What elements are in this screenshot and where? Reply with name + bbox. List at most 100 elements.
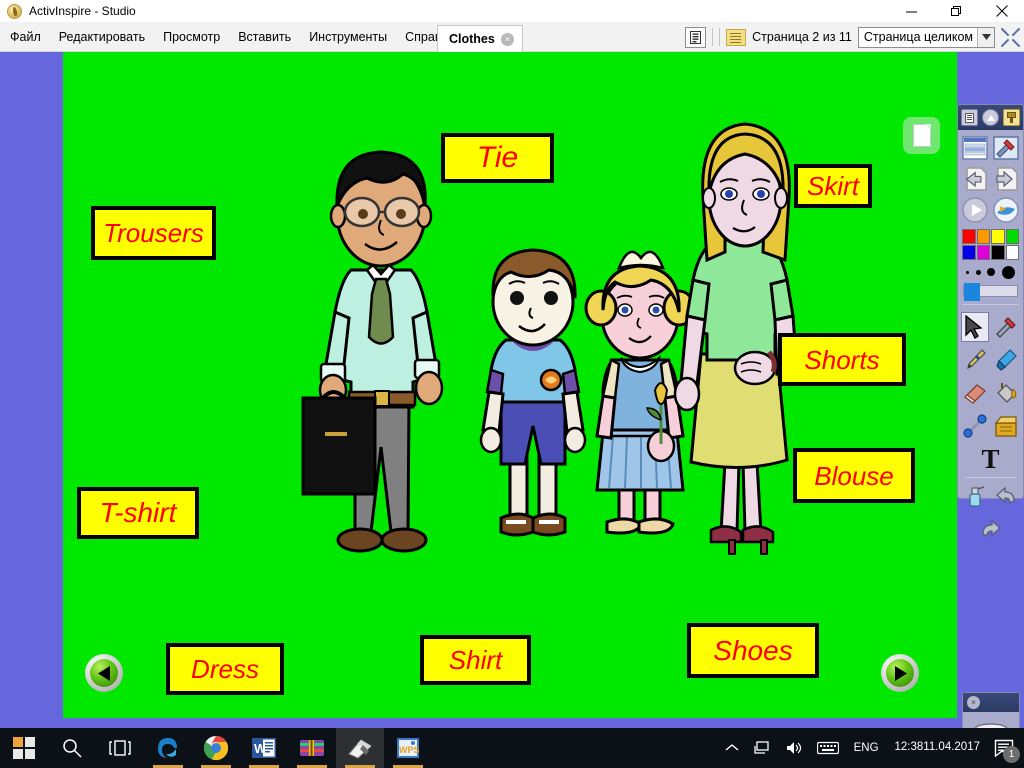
clipart-box-icon[interactable] xyxy=(992,411,1020,441)
palette-divider-2 xyxy=(965,477,1016,478)
wps-icon: WPS xyxy=(397,738,420,758)
flame-icon xyxy=(7,3,22,19)
taskbar-chrome[interactable] xyxy=(192,728,240,768)
word-label-trousers[interactable]: Trousers xyxy=(91,206,216,260)
taskbar-start-button[interactable] xyxy=(0,728,48,768)
word-label-blouse[interactable]: Blouse xyxy=(793,448,915,503)
menu-file[interactable]: Файл xyxy=(0,22,50,52)
taskbar-edge[interactable] xyxy=(144,728,192,768)
figure-boy xyxy=(479,248,587,537)
desktop-tools-icon[interactable] xyxy=(992,196,1020,224)
trash-close-icon[interactable]: × xyxy=(967,696,980,709)
word-label-shorts[interactable]: Shorts xyxy=(778,333,906,386)
taskbar-winrar[interactable] xyxy=(288,728,336,768)
tab-clothes[interactable]: Clothes × xyxy=(437,25,523,52)
pen-size-2[interactable] xyxy=(975,269,981,275)
flipchart-canvas[interactable]: Tie Skirt Trousers Shorts T-shirt Blouse… xyxy=(63,52,957,718)
word-label-dress[interactable]: Dress xyxy=(166,643,284,695)
restore-icon[interactable] xyxy=(934,0,979,22)
zoom-select[interactable]: Страница целиком xyxy=(857,26,995,48)
swatch-red[interactable] xyxy=(962,229,976,244)
pen-size-3[interactable] xyxy=(987,268,996,276)
tools-wrench-icon[interactable] xyxy=(992,312,1020,342)
tab-close-icon[interactable]: × xyxy=(500,32,514,46)
palette-header[interactable] xyxy=(958,105,1023,130)
word-label-shoes[interactable]: Shoes xyxy=(687,623,819,678)
language-indicator[interactable]: ENG xyxy=(846,728,887,768)
swatch-orange[interactable] xyxy=(976,229,990,244)
word-label-shirt[interactable]: Shirt xyxy=(420,635,531,685)
clear-spray-icon[interactable] xyxy=(961,481,989,511)
palette-collapse-icon[interactable] xyxy=(982,109,999,126)
minimize-icon[interactable] xyxy=(889,0,934,22)
word-label-tshirt[interactable]: T-shirt xyxy=(77,487,199,539)
volume-icon[interactable] xyxy=(778,728,810,768)
word-label-tie[interactable]: Tie xyxy=(441,133,554,183)
next-page-arrow[interactable] xyxy=(881,654,919,692)
page-sheet-glyph xyxy=(912,124,931,147)
taskbar-taskview-button[interactable] xyxy=(96,728,144,768)
pen-size-4[interactable] xyxy=(1001,265,1015,279)
toolbar-separator xyxy=(712,28,714,46)
redo-icon[interactable] xyxy=(976,514,1006,544)
task-view-icon xyxy=(109,740,131,756)
chevron-up-icon[interactable] xyxy=(718,728,746,768)
swatch-blue[interactable] xyxy=(962,245,976,260)
menu-edit[interactable]: Редактировать xyxy=(50,22,154,52)
swatch-green[interactable] xyxy=(1005,229,1019,244)
taskbar-wps[interactable]: WPS xyxy=(384,728,432,768)
highlighter-icon[interactable] xyxy=(992,345,1020,375)
figure-man xyxy=(301,150,444,553)
menu-view[interactable]: Просмотр xyxy=(154,22,229,52)
next-page-icon[interactable] xyxy=(992,165,1020,193)
system-tray: ENG 12:38 11.04.2017 1 xyxy=(718,728,1024,768)
select-pointer-icon[interactable] xyxy=(961,312,990,342)
undo-icon[interactable] xyxy=(992,481,1020,511)
chevron-down-icon[interactable] xyxy=(977,27,994,47)
pen-size-1[interactable] xyxy=(966,270,970,274)
palette-row-3 xyxy=(961,196,1020,224)
keyboard-icon[interactable] xyxy=(810,728,846,768)
title-bar: ActivInspire - Studio xyxy=(0,0,1024,22)
previous-page-arrow[interactable] xyxy=(85,654,123,692)
swatch-magenta[interactable] xyxy=(976,245,990,260)
swatch-black[interactable] xyxy=(991,245,1005,260)
pen-width-slider[interactable] xyxy=(958,283,1023,301)
text-tool-icon[interactable]: T xyxy=(976,444,1006,474)
slider-thumb[interactable] xyxy=(964,283,980,301)
swatch-yellow[interactable] xyxy=(991,229,1005,244)
tool-palette: T xyxy=(957,104,1024,538)
swatch-white[interactable] xyxy=(1005,245,1019,260)
document-properties-icon[interactable] xyxy=(685,26,707,48)
taskbar-word[interactable]: W xyxy=(240,728,288,768)
previous-page-icon[interactable] xyxy=(961,165,989,193)
eraser-icon[interactable] xyxy=(961,378,989,408)
palette-menu-icon[interactable] xyxy=(961,109,978,126)
taskbar-search-button[interactable] xyxy=(48,728,96,768)
menu-insert[interactable]: Вставить xyxy=(229,22,300,52)
close-icon[interactable] xyxy=(979,0,1024,22)
tools-row-5: T xyxy=(961,444,1020,474)
clock[interactable]: 12:38 11.04.2017 xyxy=(887,728,988,768)
winrar-icon xyxy=(300,740,324,756)
fill-bucket-icon[interactable] xyxy=(992,378,1020,408)
palette-row-2 xyxy=(961,165,1020,193)
tab-label: Clothes xyxy=(449,32,495,46)
page-sheet-icon[interactable] xyxy=(903,117,940,154)
previous-arrow-glyph xyxy=(90,659,118,687)
tools-row-2 xyxy=(961,345,1020,375)
play-icon[interactable] xyxy=(961,196,989,224)
sticky-note-icon[interactable] xyxy=(726,28,747,46)
network-icon[interactable] xyxy=(746,728,778,768)
pen-icon[interactable] xyxy=(961,345,989,375)
fit-page-icon[interactable] xyxy=(1001,27,1020,47)
notifications-icon[interactable]: 1 xyxy=(988,728,1024,768)
slider-track[interactable] xyxy=(963,283,1018,301)
taskbar-activinspire[interactable] xyxy=(336,728,384,768)
palette-pin-icon[interactable] xyxy=(1003,109,1020,126)
shapes-connector-icon[interactable] xyxy=(961,411,989,441)
page-list-icon[interactable] xyxy=(961,134,989,162)
word-label-skirt[interactable]: Skirt xyxy=(794,164,872,208)
menu-tools[interactable]: Инструменты xyxy=(300,22,396,52)
settings-tools-icon[interactable] xyxy=(992,134,1020,162)
